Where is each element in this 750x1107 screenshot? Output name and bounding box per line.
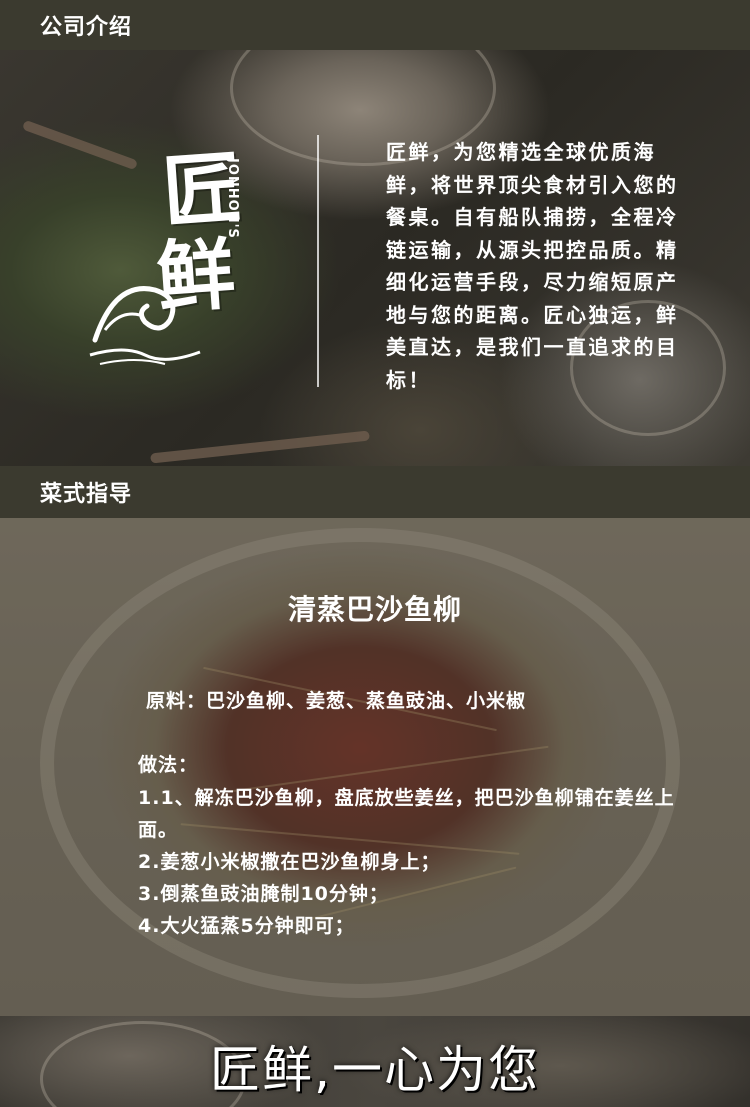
vertical-divider [317, 135, 319, 387]
method-step: 1.1、解冻巴沙鱼柳，盘底放些姜丝，把巴沙鱼柳铺在姜丝上面。 [138, 787, 675, 841]
method-title: 做法： [138, 754, 199, 776]
dish-title: 清蒸巴沙鱼柳 [287, 593, 462, 626]
method-step: 4.大火猛蒸5分钟即可； [138, 915, 355, 937]
wave-icon [89, 286, 201, 365]
recipe-content: 清蒸巴沙鱼柳 原料：巴沙鱼柳、姜葱、蒸鱼豉油、小米椒 做法： 1.1、解冻巴沙鱼… [0, 518, 750, 1016]
brand-logo: 匠 鲜 JONHON'S [85, 142, 285, 390]
section-header-recipe-guide: 菜式指导 [0, 466, 750, 518]
company-intro-panel: 匠 鲜 JONHON'S 匠鲜，为您精选全球优质海鲜，将世界顶尖食材引入您的餐桌… [0, 50, 750, 466]
footer-banner: 匠鲜,一心为您 [0, 1016, 750, 1107]
footer-slogan: 匠鲜,一心为您 [210, 1041, 540, 1099]
method-step: 3.倒蒸鱼豉油腌制10分钟； [138, 883, 389, 905]
crab-claw-decoration [150, 430, 370, 464]
ingredients-text: 原料：巴沙鱼柳、姜葱、蒸鱼豉油、小米椒 [146, 690, 527, 712]
company-intro-text: 匠鲜，为您精选全球优质海鲜，将世界顶尖食材引入您的餐桌。自有船队捕捞，全程冷链运… [386, 140, 679, 392]
method-steps: 1.1、解冻巴沙鱼柳，盘底放些姜丝，把巴沙鱼柳铺在姜丝上面。 2.姜葱小米椒撒在… [138, 782, 678, 942]
logo-english-name: JONHON'S [225, 158, 240, 239]
section-title-company-intro: 公司介绍 [40, 15, 133, 40]
section-title-recipe-guide: 菜式指导 [40, 482, 133, 507]
section-header-company-intro: 公司介绍 [0, 0, 750, 50]
method-step: 2.姜葱小米椒撒在巴沙鱼柳身上； [138, 851, 441, 873]
recipe-panel: 清蒸巴沙鱼柳 原料：巴沙鱼柳、姜葱、蒸鱼豉油、小米椒 做法： 1.1、解冻巴沙鱼… [0, 518, 750, 1016]
